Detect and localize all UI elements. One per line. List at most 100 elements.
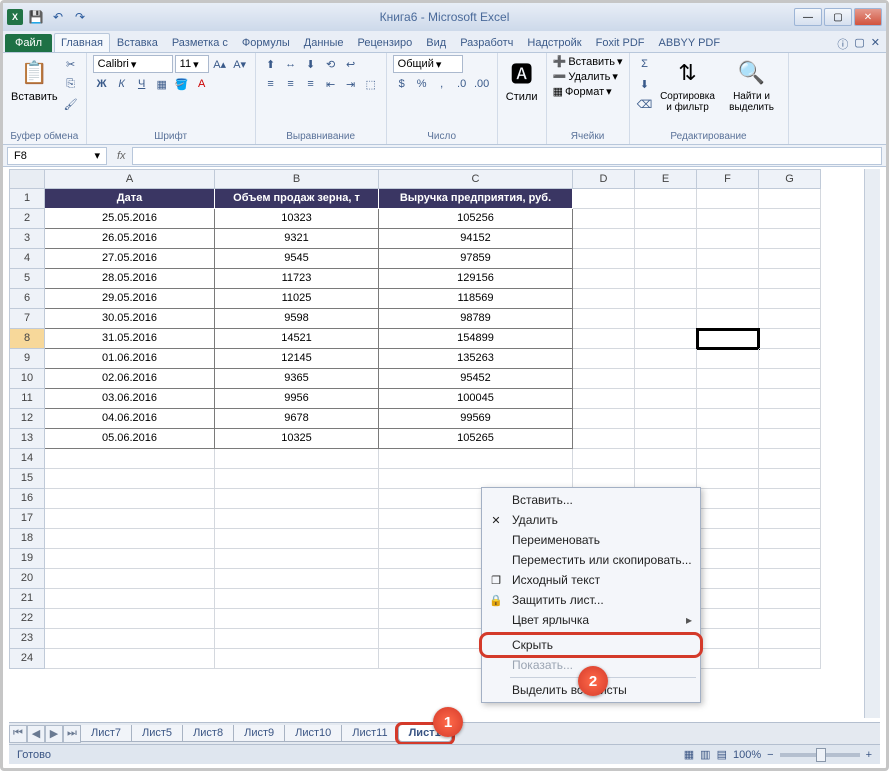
- indent-dec-icon[interactable]: ⇤: [322, 75, 340, 93]
- cell[interactable]: 10325: [215, 429, 379, 449]
- row-header[interactable]: 21: [9, 589, 45, 609]
- styles-button[interactable]: 🅰Стили: [504, 55, 540, 105]
- row-header[interactable]: 16: [9, 489, 45, 509]
- row-header[interactable]: 24: [9, 649, 45, 669]
- cell[interactable]: 03.06.2016: [45, 389, 215, 409]
- cell[interactable]: 95452: [379, 369, 573, 389]
- cell[interactable]: [697, 389, 759, 409]
- align-mid-icon[interactable]: ↔: [282, 55, 300, 73]
- cell[interactable]: [697, 249, 759, 269]
- sheet-tab[interactable]: Лист8: [182, 725, 234, 742]
- view-break-icon[interactable]: ▤: [717, 748, 727, 761]
- clear-icon[interactable]: ⌫: [636, 95, 654, 113]
- row-header[interactable]: 13: [9, 429, 45, 449]
- cell[interactable]: [697, 429, 759, 449]
- number-format-select[interactable]: Общий▾: [393, 55, 463, 73]
- row-header[interactable]: 18: [9, 529, 45, 549]
- dec-dec-icon[interactable]: .00: [473, 75, 491, 93]
- close-button[interactable]: ✕: [854, 8, 882, 26]
- merge-icon[interactable]: ⬚: [362, 75, 380, 93]
- cell[interactable]: 9321: [215, 229, 379, 249]
- col-header[interactable]: D: [573, 169, 635, 189]
- row-header[interactable]: 17: [9, 509, 45, 529]
- table-header[interactable]: Объем продаж зерна, т: [215, 189, 379, 209]
- autosum-icon[interactable]: Σ: [636, 55, 654, 73]
- grow-font-icon[interactable]: A▴: [211, 55, 229, 73]
- nav-prev-icon[interactable]: ◀: [27, 725, 45, 743]
- cell[interactable]: 30.05.2016: [45, 309, 215, 329]
- indent-inc-icon[interactable]: ⇥: [342, 75, 360, 93]
- cell[interactable]: 05.06.2016: [45, 429, 215, 449]
- tab-developer[interactable]: Разработч: [453, 33, 520, 52]
- tab-data[interactable]: Данные: [297, 33, 351, 52]
- tab-review[interactable]: Рецензиро: [351, 33, 420, 52]
- cell[interactable]: 129156: [379, 269, 573, 289]
- fx-icon[interactable]: fx: [111, 150, 132, 162]
- zoom-in-icon[interactable]: +: [866, 749, 872, 761]
- cell[interactable]: 98789: [379, 309, 573, 329]
- cell[interactable]: 105256: [379, 209, 573, 229]
- cell[interactable]: 29.05.2016: [45, 289, 215, 309]
- zoom-out-icon[interactable]: −: [767, 749, 773, 761]
- cell[interactable]: 9598: [215, 309, 379, 329]
- context-menu-item[interactable]: ❐Исходный текст: [482, 570, 700, 590]
- cell[interactable]: 118569: [379, 289, 573, 309]
- context-menu-item[interactable]: Переместить или скопировать...: [482, 550, 700, 570]
- cell[interactable]: [697, 369, 759, 389]
- find-select-button[interactable]: 🔍Найти и выделить: [722, 55, 782, 115]
- cell[interactable]: 105265: [379, 429, 573, 449]
- row-header[interactable]: 15: [9, 469, 45, 489]
- context-menu-item[interactable]: ✕Удалить: [482, 510, 700, 530]
- sheet-tab[interactable]: Лист7: [80, 725, 132, 742]
- cell[interactable]: 11025: [215, 289, 379, 309]
- inc-dec-icon[interactable]: .0: [453, 75, 471, 93]
- col-header[interactable]: E: [635, 169, 697, 189]
- tab-layout[interactable]: Разметка с: [165, 33, 235, 52]
- row-header[interactable]: 12: [9, 409, 45, 429]
- cell[interactable]: 04.06.2016: [45, 409, 215, 429]
- row-header[interactable]: 22: [9, 609, 45, 629]
- tab-insert[interactable]: Вставка: [110, 33, 165, 52]
- zoom-level[interactable]: 100%: [733, 749, 761, 761]
- zoom-slider[interactable]: [780, 753, 860, 757]
- underline-button[interactable]: Ч: [133, 75, 151, 93]
- table-header[interactable]: Дата: [45, 189, 215, 209]
- cell[interactable]: [697, 349, 759, 369]
- copy-icon[interactable]: ⎘: [62, 75, 80, 93]
- cell[interactable]: [697, 409, 759, 429]
- orient-icon[interactable]: ⟲: [322, 55, 340, 73]
- tab-home[interactable]: Главная: [54, 33, 110, 52]
- row-header[interactable]: 3: [9, 229, 45, 249]
- row-header[interactable]: 9: [9, 349, 45, 369]
- save-icon[interactable]: 💾: [27, 8, 45, 26]
- cell[interactable]: 12145: [215, 349, 379, 369]
- tab-view[interactable]: Вид: [419, 33, 453, 52]
- align-left-icon[interactable]: ≡: [262, 75, 280, 93]
- row-header[interactable]: 2: [9, 209, 45, 229]
- cell[interactable]: 100045: [379, 389, 573, 409]
- tab-addins[interactable]: Надстройк: [520, 33, 588, 52]
- cell[interactable]: 11723: [215, 269, 379, 289]
- cell[interactable]: 31.05.2016: [45, 329, 215, 349]
- row-header[interactable]: 1: [9, 189, 45, 209]
- formula-input[interactable]: [132, 147, 882, 165]
- cell[interactable]: 135263: [379, 349, 573, 369]
- cell[interactable]: 14521: [215, 329, 379, 349]
- maximize-button[interactable]: ▢: [824, 8, 852, 26]
- bold-button[interactable]: Ж: [93, 75, 111, 93]
- cell[interactable]: 97859: [379, 249, 573, 269]
- percent-icon[interactable]: %: [413, 75, 431, 93]
- doc-close-icon[interactable]: ✕: [871, 36, 880, 52]
- cell[interactable]: [697, 209, 759, 229]
- nav-last-icon[interactable]: ⏭: [63, 725, 81, 743]
- font-color-icon[interactable]: A: [193, 75, 211, 93]
- cell[interactable]: [697, 229, 759, 249]
- cell[interactable]: 99569: [379, 409, 573, 429]
- context-menu-item[interactable]: Скрыть: [482, 635, 700, 655]
- comma-icon[interactable]: ,: [433, 75, 451, 93]
- col-header[interactable]: A: [45, 169, 215, 189]
- align-top-icon[interactable]: ⬆: [262, 55, 280, 73]
- name-box[interactable]: F8▾: [7, 147, 107, 165]
- format-cells-button[interactable]: ▦Формат▾: [553, 85, 612, 98]
- row-header[interactable]: 20: [9, 569, 45, 589]
